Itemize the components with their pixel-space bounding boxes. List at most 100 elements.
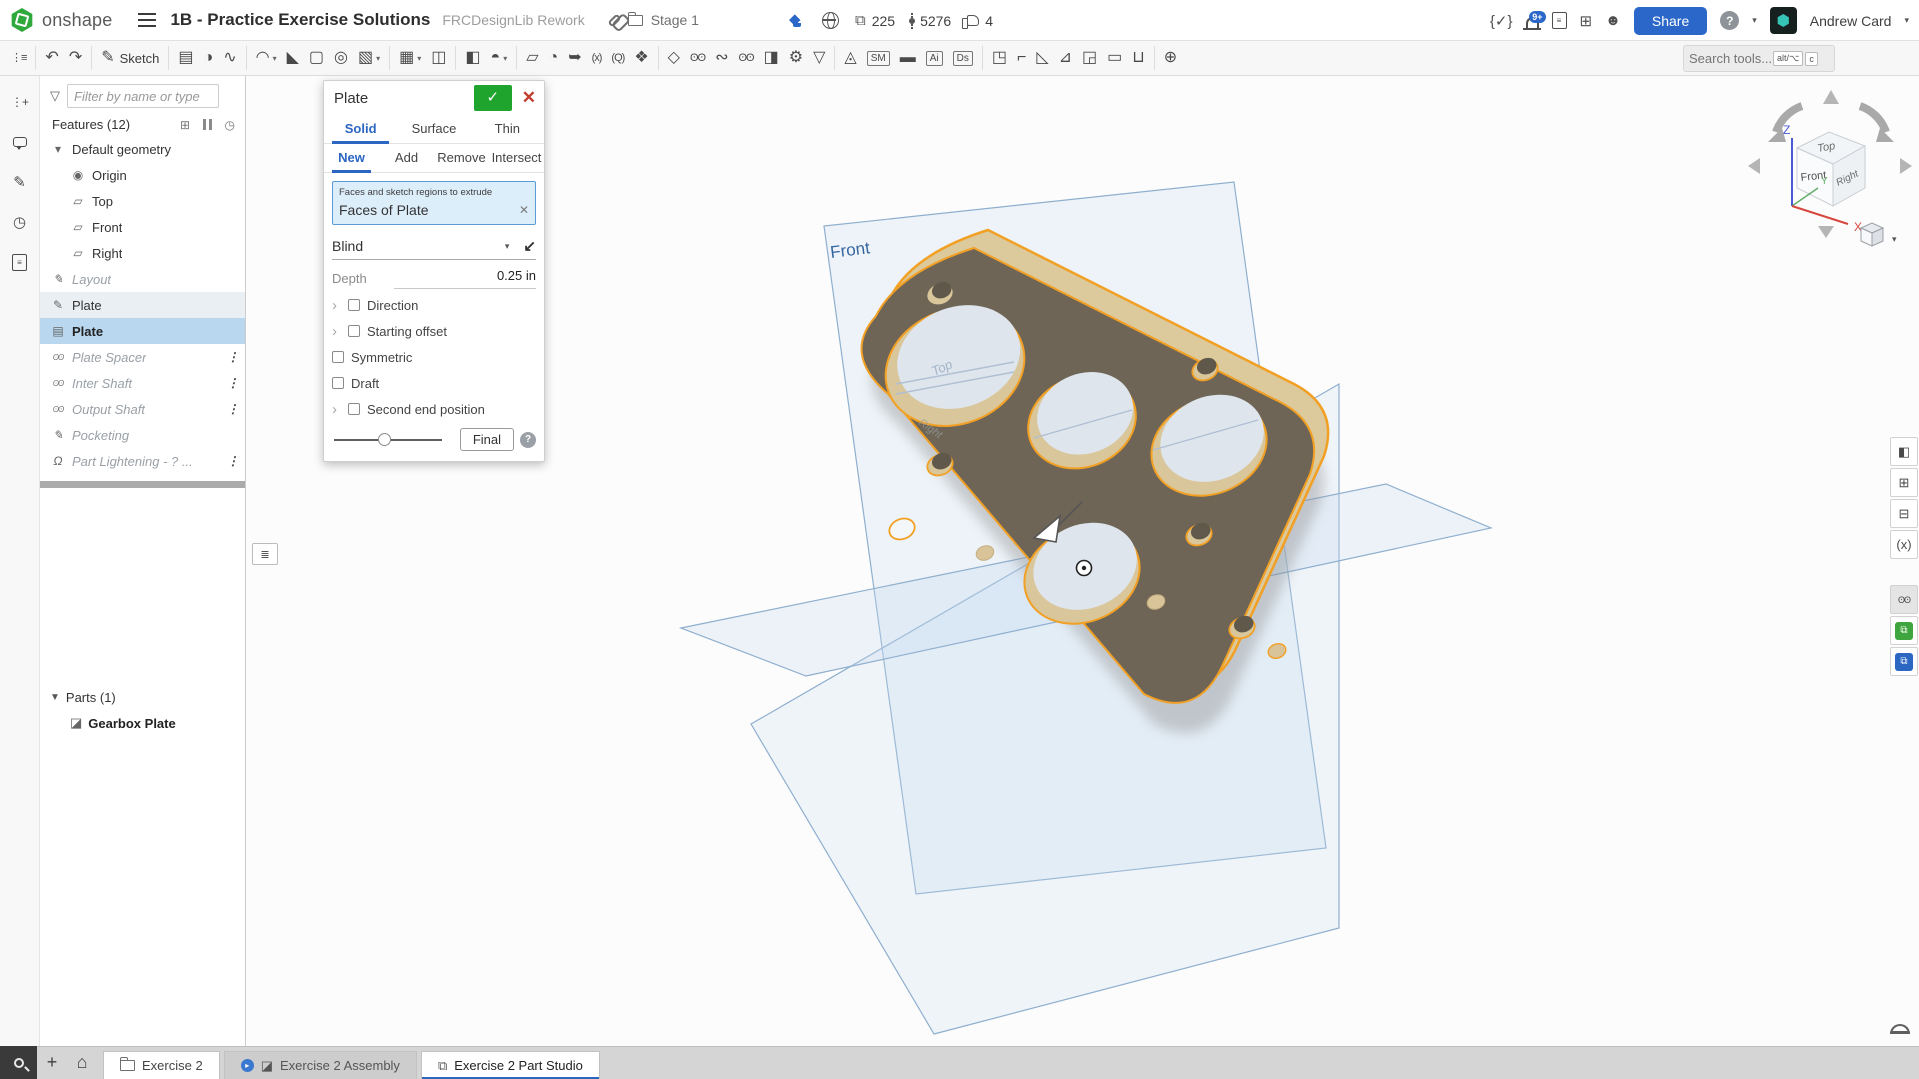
tool-fillet[interactable]: ◠▾ bbox=[251, 44, 282, 72]
depth-input[interactable]: 0.25 in bbox=[394, 267, 536, 289]
starting-offset-checkbox[interactable] bbox=[348, 325, 360, 337]
tool-animation[interactable]: ▬ bbox=[895, 44, 921, 72]
tool-boolean[interactable]: ◓▾ bbox=[486, 44, 513, 72]
clear-selection-icon[interactable]: ✕ bbox=[519, 203, 529, 217]
rebuild-timer-icon[interactable]: ◷ bbox=[225, 118, 235, 132]
parts-chevron-icon[interactable]: ▼ bbox=[50, 692, 60, 703]
tool-insert-feature[interactable]: ⊕ bbox=[1159, 44, 1182, 72]
tool-shell[interactable]: ▢ bbox=[304, 44, 329, 72]
option-symmetric[interactable]: Symmetric bbox=[324, 344, 544, 370]
feature-top[interactable]: ▱Top bbox=[40, 188, 245, 214]
tool-primitive[interactable]: ◇ bbox=[663, 44, 685, 72]
tool-settings[interactable]: ⚙ bbox=[784, 44, 808, 72]
variables-table-button[interactable]: (x) bbox=[1890, 530, 1918, 559]
mode-add[interactable]: Add bbox=[379, 144, 434, 172]
feature-plate[interactable]: ▤Plate bbox=[40, 318, 245, 344]
boolean-caret-icon[interactable]: ▾ bbox=[503, 54, 507, 63]
tool-sm-corner[interactable]: ◲ bbox=[1077, 44, 1102, 72]
mode-remove[interactable]: Remove bbox=[434, 144, 489, 172]
user-name[interactable]: Andrew Card bbox=[1810, 13, 1892, 29]
history-button[interactable]: ◷ bbox=[7, 210, 33, 234]
avatar[interactable] bbox=[1770, 7, 1797, 34]
search-tools-input[interactable] bbox=[1689, 51, 1771, 66]
tool-chamfer[interactable]: ◣ bbox=[282, 44, 304, 72]
follow-mode-button[interactable]: ⋮+ bbox=[7, 90, 33, 114]
fillet-caret-icon[interactable]: ▾ bbox=[273, 54, 277, 63]
feature-layout[interactable]: ✎Layout bbox=[40, 266, 245, 292]
doc-tab-exercise-2-assembly[interactable]: ▸◪Exercise 2 Assembly bbox=[224, 1051, 417, 1079]
toolbox-button[interactable]: ʘʘ bbox=[1890, 585, 1918, 614]
learning-center-button[interactable]: ⧉ bbox=[1890, 616, 1918, 645]
feature-menu-icon[interactable]: ⋮ bbox=[227, 454, 239, 468]
tool-feature-list[interactable]: ⋮≡ bbox=[6, 44, 31, 72]
preview-slider-handle[interactable] bbox=[378, 433, 391, 446]
tool-sm-flange[interactable]: ◳ bbox=[987, 44, 1012, 72]
tool-sheet-metal[interactable]: SM bbox=[862, 44, 895, 72]
help-caret-icon[interactable]: ▾ bbox=[1752, 15, 1757, 26]
feature-pocketing[interactable]: ✎Pocketing bbox=[40, 422, 245, 448]
ai-advisor-icon[interactable]: ☻ bbox=[1605, 12, 1621, 29]
filter-icon[interactable]: ▽ bbox=[50, 88, 60, 104]
feature-menu-icon[interactable]: ⋮ bbox=[227, 402, 239, 416]
feature-output-shaft[interactable]: ʘʘOutput Shaft⋮ bbox=[40, 396, 245, 422]
tool-mkcad-toolbox[interactable]: ʘʘ bbox=[734, 44, 759, 72]
view-left-arrow-icon[interactable] bbox=[1748, 158, 1760, 174]
feature-plate-spacer[interactable]: ʘʘPlate Spacer⋮ bbox=[40, 344, 245, 370]
feature-menu-icon[interactable]: ⋮ bbox=[227, 376, 239, 390]
tool-appearance-panel[interactable]: ◨ bbox=[759, 44, 784, 72]
tool-variable[interactable]: (x) bbox=[587, 44, 607, 72]
feature-right[interactable]: ▱Right bbox=[40, 240, 245, 266]
linear-pattern-caret-icon[interactable]: ▾ bbox=[417, 54, 421, 63]
tool-sm-bend[interactable]: ⌐ bbox=[1012, 44, 1031, 72]
symmetric-checkbox[interactable] bbox=[332, 351, 344, 363]
second-end-position-checkbox[interactable] bbox=[348, 403, 360, 415]
link-icon[interactable] bbox=[607, 13, 621, 27]
appearance-button[interactable]: ◧ bbox=[1890, 437, 1918, 466]
opposite-direction-icon[interactable]: ↙ bbox=[523, 237, 536, 255]
tool-sm-flat-pattern[interactable]: ▭ bbox=[1102, 44, 1127, 72]
end-condition-dropdown[interactable]: Blind ▾ ↙ bbox=[332, 233, 536, 260]
user-menu-caret-icon[interactable]: ▾ bbox=[1904, 15, 1909, 26]
view-menu-caret-icon[interactable]: ▾ bbox=[1892, 234, 1897, 244]
tool-filter[interactable]: ▽ bbox=[808, 44, 830, 72]
tool-thicken[interactable]: ▧▾ bbox=[353, 44, 385, 72]
tab-solid[interactable]: Solid bbox=[324, 115, 397, 143]
rollback-drag-handle[interactable]: ≣ bbox=[252, 543, 278, 565]
tool-split[interactable]: ◧ bbox=[460, 44, 485, 72]
dialog-help-icon[interactable]: ? bbox=[520, 432, 536, 448]
document-title[interactable]: 1B - Practice Exercise Solutions bbox=[170, 10, 430, 30]
tab-search-button[interactable] bbox=[0, 1046, 37, 1079]
document-likes[interactable]: 4 bbox=[967, 13, 993, 29]
expand-chevron-icon[interactable]: › bbox=[332, 323, 348, 340]
view-up-arrow-icon[interactable] bbox=[1823, 90, 1839, 104]
thicken-caret-icon[interactable]: ▾ bbox=[376, 54, 380, 63]
tool-exploded-view[interactable]: ❖ bbox=[629, 44, 653, 72]
doc-tab-exercise-2[interactable]: Exercise 2 bbox=[103, 1051, 220, 1079]
tab-thin[interactable]: Thin bbox=[471, 115, 544, 143]
properties-button[interactable]: ✎ bbox=[7, 170, 33, 194]
tool-plane[interactable]: ▱ bbox=[521, 44, 543, 72]
view-cube[interactable]: Top Front Right Z Y X ▾ bbox=[1748, 90, 1912, 246]
dialog-header[interactable]: Plate ✓ ✕ bbox=[324, 81, 544, 115]
shortcut-toolbar-icon[interactable]: {✓} bbox=[1490, 12, 1513, 30]
direction-checkbox[interactable] bbox=[348, 299, 360, 311]
feature-plate[interactable]: ✎Plate bbox=[40, 292, 245, 318]
view-menu-cube-icon[interactable] bbox=[1861, 223, 1883, 246]
rollback-bar[interactable] bbox=[40, 481, 245, 488]
tool-revolve[interactable]: ◑ bbox=[199, 44, 219, 72]
selection-box[interactable]: Faces and sketch regions to extrude Face… bbox=[332, 181, 536, 225]
search-tools-box[interactable]: alt/⌥ c bbox=[1683, 45, 1835, 72]
tool-sm-tab[interactable]: ⊿ bbox=[1054, 44, 1077, 72]
apps-grid-icon[interactable]: ⊞ bbox=[1580, 12, 1593, 30]
workspace-label[interactable]: Stage 1 bbox=[651, 12, 699, 28]
feature-origin[interactable]: ◉Origin bbox=[40, 162, 245, 188]
doc-tab-exercise-2-part-studio[interactable]: ⧉Exercise 2 Part Studio bbox=[421, 1051, 600, 1079]
public-globe-icon[interactable] bbox=[822, 12, 839, 29]
filter-input[interactable] bbox=[67, 84, 219, 108]
feature-default-geometry[interactable]: ▾Default geometry bbox=[40, 136, 245, 162]
tool-belt[interactable]: ∾ bbox=[710, 44, 733, 72]
confirm-button[interactable]: ✓ bbox=[474, 85, 512, 111]
tool-ai-studio[interactable]: Ai bbox=[921, 44, 948, 72]
tool-redo[interactable]: ↷ bbox=[64, 44, 87, 72]
suspend-rebuild-icon[interactable] bbox=[203, 119, 212, 130]
